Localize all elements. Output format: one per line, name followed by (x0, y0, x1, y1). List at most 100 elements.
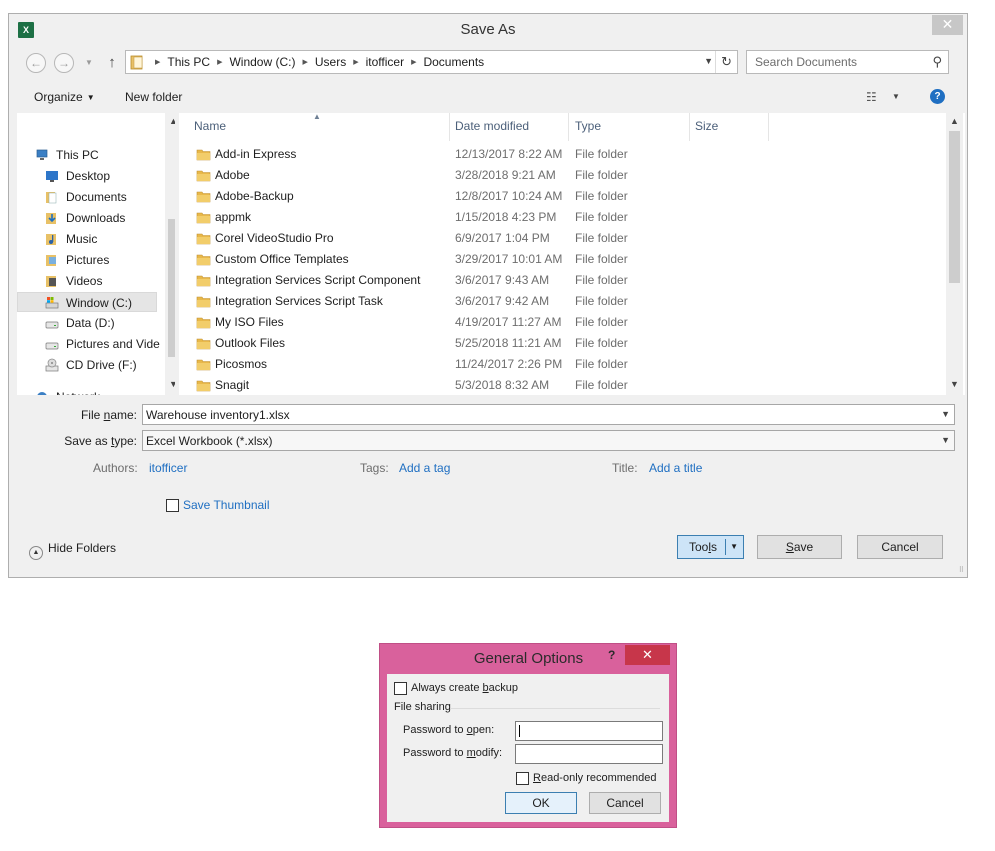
title-bar[interactable]: X Save As ✕ (9, 14, 967, 44)
column-divider[interactable] (568, 113, 569, 141)
close-button[interactable]: ✕ (625, 645, 670, 665)
save-thumbnail-label[interactable]: Save Thumbnail (183, 498, 270, 512)
save-button[interactable]: Save (757, 535, 842, 559)
file-row[interactable]: My ISO Files 4/19/2017 11:27 AM File folde… (179, 312, 939, 333)
sidebar-item[interactable]: CD Drive (F:) (17, 355, 157, 375)
column-divider[interactable] (689, 113, 690, 141)
sidebar-item[interactable]: Data (D:) (17, 313, 157, 333)
column-header-type[interactable]: Type (575, 113, 601, 141)
column-divider[interactable] (449, 113, 450, 141)
sidebar-item[interactable]: Music (17, 229, 157, 249)
breadcrumb-itofficer[interactable]: itofficer (366, 55, 404, 69)
back-button[interactable]: ← (26, 53, 46, 73)
save-as-type-select[interactable]: Excel Workbook (*.xlsx) ▼ (142, 430, 955, 451)
scroll-thumb[interactable] (949, 131, 960, 283)
sidebar-item-label: Data (D:) (66, 316, 115, 330)
file-row[interactable]: Picosmos 11/24/2017 2:26 PM File folder (179, 354, 939, 375)
sidebar-item-label: Downloads (66, 211, 126, 225)
organize-menu[interactable]: Organize ▼ (34, 90, 95, 104)
help-icon[interactable]: ? (608, 648, 615, 662)
scroll-down-icon[interactable]: ▼ (949, 379, 960, 389)
new-folder-button[interactable]: New folder (125, 90, 182, 104)
file-name-field[interactable]: Warehouse inventory1.xlsx ▼ (142, 404, 955, 425)
scroll-up-icon[interactable]: ▲ (949, 116, 960, 126)
tools-label: Tools (689, 536, 717, 558)
forward-button[interactable]: → (54, 53, 74, 73)
breadcrumb-this-pc[interactable]: This PC (167, 55, 210, 69)
sidebar-item[interactable]: Pictures (17, 250, 157, 270)
search-box[interactable]: ⚲ (746, 50, 949, 74)
cancel-button[interactable]: Cancel (589, 792, 661, 814)
sidebar-item[interactable]: Downloads (17, 208, 157, 228)
always-create-backup-label[interactable]: Always create backup (411, 682, 518, 694)
chevron-down-icon[interactable]: ▼ (941, 435, 950, 445)
file-list-scrollbar[interactable]: ▲ ▼ (946, 113, 963, 395)
file-row[interactable]: Adobe 3/28/2018 9:21 AM File folder (179, 165, 939, 186)
tags-value[interactable]: Add a tag (399, 461, 450, 475)
cancel-button[interactable]: Cancel (857, 535, 943, 559)
read-only-recommended-label[interactable]: Read-only recommended (533, 772, 657, 784)
scroll-thumb[interactable] (168, 219, 175, 357)
sidebar-item[interactable]: This PC (17, 145, 157, 165)
file-row[interactable]: appmk 1/15/2018 4:23 PM File folder (179, 207, 939, 228)
password-to-modify-input[interactable] (515, 744, 663, 764)
breadcrumb-window-c[interactable]: Window (C:) (229, 55, 295, 69)
file-row[interactable]: Custom Office Templates 3/29/2017 10:01 A… (179, 249, 939, 270)
column-header-name[interactable]: Name (194, 113, 226, 141)
file-name: appmk (215, 210, 252, 224)
file-name-value[interactable]: Warehouse inventory1.xlsx (146, 408, 290, 422)
navigation-scrollbar[interactable]: ▲ ▼ (165, 113, 175, 395)
file-type: File folder (575, 147, 628, 161)
scroll-down-icon[interactable]: ▼ (168, 379, 175, 389)
folder-icon (196, 336, 211, 350)
sidebar-item[interactable]: Network (17, 387, 157, 395)
tools-button[interactable]: Tools ▼ (677, 535, 744, 559)
file-row[interactable]: Integration Services Script Component 3/6… (179, 270, 939, 291)
file-row[interactable]: Outlook Files 5/25/2018 11:21 AM File fold… (179, 333, 939, 354)
column-header-size[interactable]: Size (695, 113, 718, 141)
title-value[interactable]: Add a title (649, 461, 702, 475)
file-row[interactable]: Corel VideoStudio Pro 6/9/2017 1:04 PM Fil… (179, 228, 939, 249)
save-thumbnail-checkbox[interactable] (166, 499, 179, 512)
sidebar-item[interactable]: Window (C:) (17, 292, 157, 312)
file-row[interactable]: Adobe-Backup 12/8/2017 10:24 AM File folde… (179, 186, 939, 207)
breadcrumb-separator-icon[interactable]: ▶ (353, 58, 358, 66)
breadcrumb-separator-icon[interactable]: ▶ (302, 58, 307, 66)
column-divider[interactable] (768, 113, 769, 141)
breadcrumb-users[interactable]: Users (315, 55, 346, 69)
close-button[interactable]: ✕ (932, 15, 963, 35)
refresh-icon[interactable]: ↻ (721, 54, 732, 70)
search-icon[interactable]: ⚲ (932, 54, 942, 70)
resize-grip-icon[interactable]: ⠿ (959, 566, 964, 574)
file-row[interactable]: Integration Services Script Task 3/6/2017… (179, 291, 939, 312)
recent-locations-caret-icon[interactable]: ▼ (85, 53, 93, 73)
file-row[interactable]: Add-in Express 12/13/2017 8:22 AM File fol… (179, 144, 939, 165)
read-only-recommended-checkbox[interactable] (516, 772, 529, 785)
always-create-backup-checkbox[interactable] (394, 682, 407, 695)
file-name: Picosmos (215, 357, 268, 371)
breadcrumb-documents[interactable]: Documents (423, 55, 484, 69)
file-name: Corel VideoStudio Pro (215, 231, 334, 245)
change-view-icon[interactable]: ☷ (866, 90, 877, 104)
authors-value[interactable]: itofficer (149, 461, 187, 475)
help-icon[interactable]: ? (930, 89, 945, 104)
breadcrumb-separator-icon[interactable]: ▶ (411, 58, 416, 66)
file-row[interactable]: Snagit 5/3/2018 8:32 AM File folder (179, 375, 939, 395)
scroll-up-icon[interactable]: ▲ (168, 116, 175, 126)
search-input[interactable] (747, 51, 922, 73)
password-to-open-input[interactable] (515, 721, 663, 741)
column-header-date-modified[interactable]: Date modified (455, 113, 529, 141)
breadcrumb-separator-icon[interactable]: ▶ (217, 58, 222, 66)
chevron-down-icon[interactable]: ▼ (941, 409, 950, 419)
chevron-down-icon[interactable]: ▼ (730, 536, 738, 558)
sidebar-item[interactable]: Pictures and Vide (17, 334, 160, 354)
up-button[interactable]: ↑ (104, 53, 120, 73)
ok-button[interactable]: OK (505, 792, 577, 814)
sidebar-item[interactable]: Videos (17, 271, 157, 291)
view-options-caret-icon[interactable]: ▼ (892, 92, 900, 101)
sidebar-item[interactable]: Desktop (17, 166, 157, 186)
address-dropdown-icon[interactable]: ▼ (704, 56, 713, 66)
address-bar[interactable]: ▶ This PC ▶ Window (C:) ▶ Users ▶ itofficer ▶ Doc… (125, 50, 738, 74)
sidebar-item[interactable]: Documents (17, 187, 157, 207)
hide-folders-button[interactable]: ▲ Hide Folders (29, 541, 116, 560)
